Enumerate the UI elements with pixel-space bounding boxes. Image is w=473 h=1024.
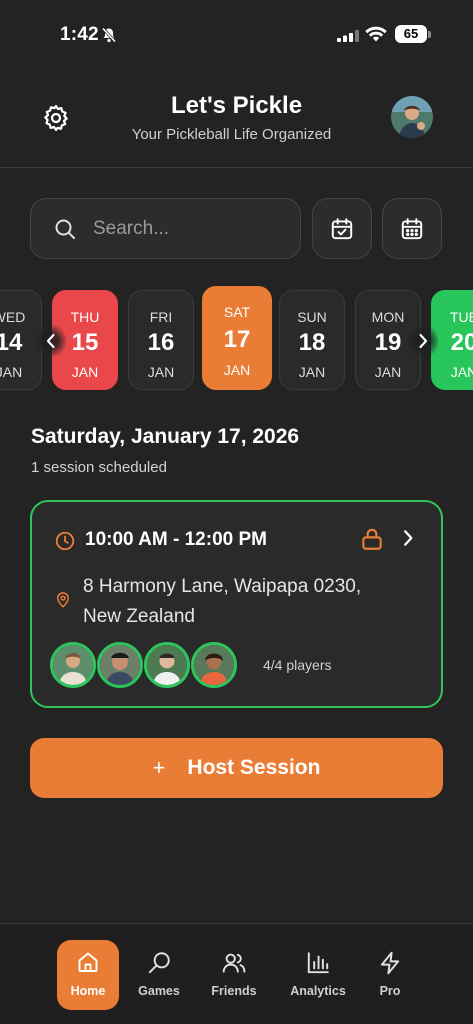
nav-label: Pro [379, 984, 401, 998]
calendar-check-icon [331, 217, 353, 239]
day-number: 17 [223, 326, 251, 353]
day-month: JAN [374, 364, 402, 380]
plus-icon: + [152, 755, 166, 780]
users-icon [203, 950, 265, 976]
nav-label: Analytics [290, 984, 346, 998]
chevron-right-icon [419, 333, 428, 349]
nav-analytics[interactable]: Analytics [284, 940, 352, 1010]
chevron-right-icon[interactable] [400, 528, 416, 553]
calendar-check-button[interactable] [312, 198, 372, 259]
wifi-icon [365, 26, 387, 47]
nav-pro[interactable]: Pro [359, 940, 421, 1010]
bell-off-icon [101, 27, 117, 48]
day-month: JAN [71, 364, 99, 380]
session-card[interactable]: 10:00 AM - 12:00 PM 8 Harmony Lane, Waip… [30, 500, 443, 708]
host-session-button[interactable]: + Host Session [30, 738, 443, 798]
player-count: 4/4 players [263, 657, 332, 673]
nav-label: Home [70, 984, 106, 998]
day-sun-18[interactable]: SUN 18 JAN [279, 290, 345, 390]
lightning-icon [359, 950, 421, 976]
search-icon [53, 217, 77, 241]
location-pin-icon [54, 590, 72, 615]
date-strip: WED 14 JAN THU 15 JAN FRI 16 JAN SAT 17 … [0, 286, 473, 392]
player-avatar[interactable] [50, 642, 96, 688]
day-of-week: THU [70, 309, 100, 325]
calendar-view-button[interactable] [382, 198, 442, 259]
profile-avatar[interactable] [391, 96, 433, 138]
day-sat-17-selected[interactable]: SAT 17 JAN [202, 286, 272, 390]
status-time: 1:42 [60, 24, 99, 45]
paddle-icon [128, 950, 190, 976]
day-month: JAN [450, 364, 473, 380]
day-month: JAN [0, 364, 23, 380]
nav-friends[interactable]: Friends [203, 940, 265, 1010]
day-of-week: SUN [297, 309, 327, 325]
day-month: JAN [298, 364, 326, 380]
player-avatars [50, 642, 250, 688]
day-month: JAN [147, 364, 175, 380]
clock-icon [54, 530, 76, 557]
home-icon [57, 950, 119, 974]
chevron-left-icon [46, 333, 55, 349]
day-of-week: FRI [149, 309, 173, 325]
calendar-grid-icon [401, 217, 423, 239]
day-of-week: SAT [223, 304, 251, 320]
next-days-button[interactable] [408, 324, 438, 358]
day-number: 14 [0, 329, 23, 356]
previous-days-button[interactable] [36, 324, 66, 358]
nav-games[interactable]: Games [128, 940, 190, 1010]
nav-label: Friends [211, 984, 257, 998]
bar-chart-icon [284, 950, 352, 976]
selected-date-heading: Saturday, January 17, 2026 [31, 425, 300, 448]
day-fri-16[interactable]: FRI 16 JAN [128, 290, 194, 390]
lock-icon [359, 526, 385, 557]
nav-label: Games [138, 984, 180, 998]
session-address: 8 Harmony Lane, Waipapa 0230, New Zealan… [83, 576, 362, 627]
day-of-week: WED [0, 309, 26, 325]
battery-indicator: 65 [395, 25, 427, 43]
app-header: Let's Pickle Your Pickleball Life Organi… [0, 70, 473, 168]
player-avatar[interactable] [97, 642, 143, 688]
day-of-week: TUE [450, 309, 473, 325]
day-of-week: MON [371, 309, 405, 325]
nav-home[interactable]: Home [57, 940, 119, 1010]
day-number: 18 [298, 329, 326, 356]
session-time: 10:00 AM - 12:00 PM [85, 529, 267, 550]
session-count: 1 session scheduled [31, 459, 167, 476]
day-month: JAN [223, 362, 251, 378]
host-session-label: Host Session [187, 756, 321, 779]
bottom-nav: Home Games Friends Analytics Pro [0, 923, 473, 1024]
day-number: 16 [147, 329, 175, 356]
search-input[interactable] [93, 217, 273, 240]
player-avatar[interactable] [144, 642, 190, 688]
search-box[interactable] [30, 198, 301, 259]
battery-nub [428, 31, 431, 38]
signal-icon [337, 29, 359, 47]
status-bar: 1:42 65 [0, 0, 473, 70]
player-avatar[interactable] [191, 642, 237, 688]
day-number: 20 [450, 329, 473, 356]
